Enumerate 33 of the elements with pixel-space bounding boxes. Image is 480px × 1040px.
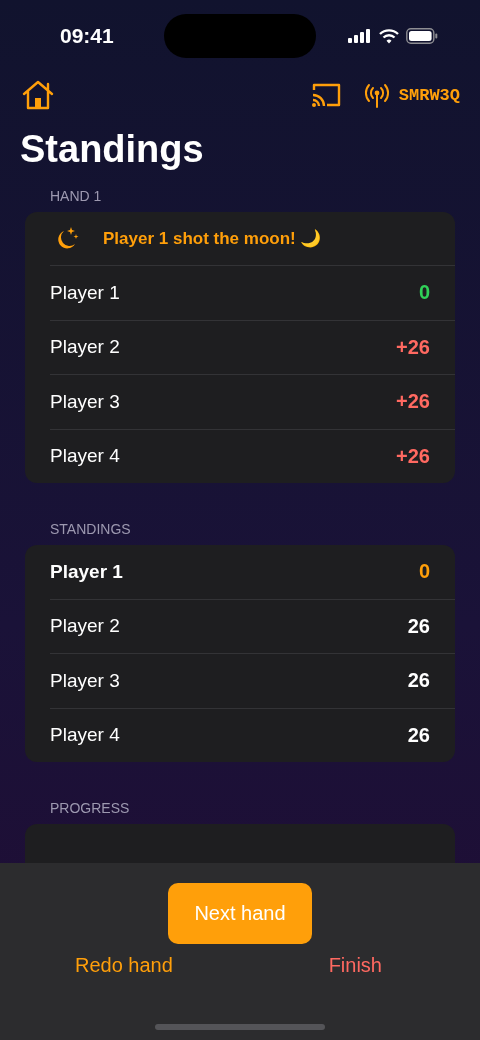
room-code-button[interactable]: SMRW3Q bbox=[362, 82, 460, 108]
player-name: Player 1 bbox=[50, 281, 120, 304]
player-name: Player 4 bbox=[50, 724, 120, 747]
page-title: Standings bbox=[20, 127, 205, 172]
section-header: HAND 1 bbox=[50, 188, 103, 204]
total-score: 26 bbox=[407, 723, 430, 747]
cast-button[interactable] bbox=[310, 82, 341, 108]
home-icon bbox=[22, 80, 54, 110]
finish-button[interactable]: Finish bbox=[328, 954, 382, 977]
player-name: Player 2 bbox=[50, 615, 120, 638]
total-score: 26 bbox=[407, 614, 430, 638]
hand-score: +26 bbox=[396, 335, 430, 359]
player-name: Player 3 bbox=[50, 390, 120, 413]
player-name: Player 1 bbox=[50, 560, 123, 583]
total-score: 26 bbox=[407, 669, 430, 693]
total-score: 0 bbox=[418, 560, 430, 584]
shot-moon-message: Player 1 shot the moon! 🌙 bbox=[103, 228, 322, 249]
hand-score: +26 bbox=[396, 390, 430, 414]
hand-score: 0 bbox=[418, 281, 430, 305]
home-button[interactable] bbox=[22, 80, 54, 110]
player-name: Player 4 bbox=[50, 445, 120, 468]
section-header: PROGRESS bbox=[50, 800, 131, 816]
status-time: 09:41 bbox=[60, 24, 114, 48]
battery-icon bbox=[406, 28, 438, 44]
player-name: Player 3 bbox=[50, 669, 120, 692]
hand-score: +26 bbox=[396, 444, 430, 468]
cast-icon bbox=[310, 82, 341, 108]
section-header: STANDINGS bbox=[50, 521, 132, 537]
player-name: Player 2 bbox=[50, 336, 120, 359]
redo-hand-button[interactable]: Redo hand bbox=[75, 954, 173, 977]
broadcast-icon bbox=[362, 82, 391, 108]
wifi-icon bbox=[379, 28, 399, 44]
signal-icon bbox=[348, 29, 372, 43]
